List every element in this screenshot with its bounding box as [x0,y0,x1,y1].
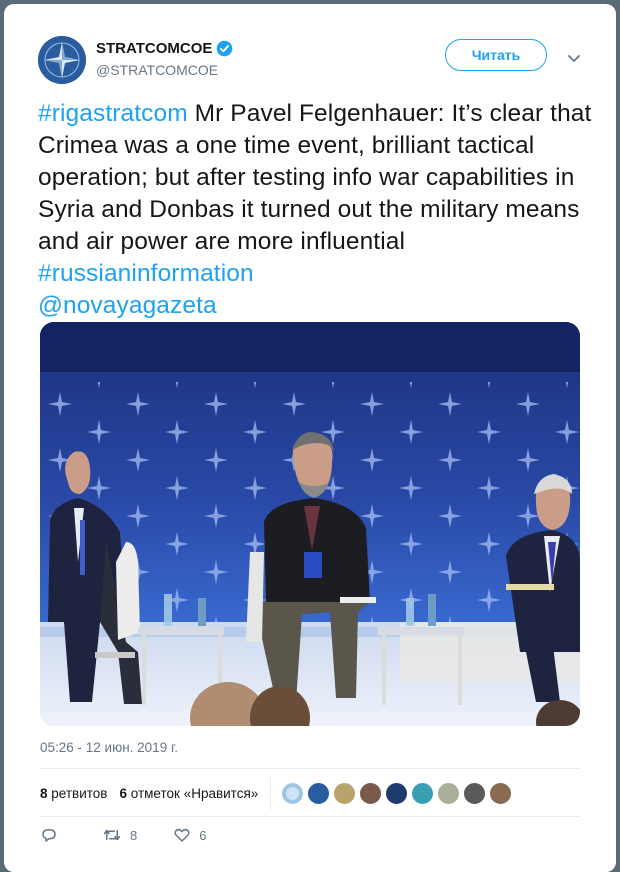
tweet-card: STRATCOMCOE @STRATCOMCOE Читать #rigastr… [4,4,616,872]
divider [40,816,580,817]
divider [40,768,580,769]
user-name[interactable]: STRATCOMCOE [96,40,233,57]
stats-separator [270,776,272,810]
retweets-stat[interactable]: 8 ретвитов [40,786,107,801]
avatar[interactable] [463,781,487,805]
retweets-label: ретвитов [51,785,108,801]
avatar[interactable] [307,781,331,805]
avatar[interactable] [359,781,383,805]
avatar[interactable] [281,781,305,805]
tweet-actions: 8 6 [40,826,242,844]
hashtag-link[interactable]: #russianinformation [38,260,254,287]
verified-icon [217,40,233,57]
follow-button[interactable]: Читать [445,39,547,71]
hashtag-link[interactable]: #rigastratcom [38,100,188,127]
tweet-header: STRATCOMCOE @STRATCOMCOE Читать [38,36,598,86]
avatar[interactable] [411,781,435,805]
avatar[interactable] [333,781,357,805]
avatar[interactable] [437,781,461,805]
mention-link[interactable]: @novayagazeta [38,292,217,319]
retweet-icon [103,829,121,841]
like-count: 6 [199,827,207,843]
retweets-count: 8 [40,785,48,801]
likes-count: 6 [119,785,127,801]
tweet-text: #rigastratcom Mr Pavel Felgenhauer: It’s… [38,98,598,322]
avatar[interactable] [385,781,409,805]
like-icon [174,828,190,842]
nato-star-icon [38,36,86,84]
likes-stat[interactable]: 6 отметок «Нравится» [119,786,258,801]
conference-photo [40,322,580,726]
retweet-button[interactable]: 8 [102,826,137,844]
user-name-text: STRATCOMCOE [96,40,213,57]
tweet-timestamp[interactable]: 05:26 - 12 июн. 2019 г. [40,740,178,755]
chevron-down-icon[interactable] [566,50,582,66]
like-button[interactable]: 6 [173,826,206,844]
avatar[interactable] [489,781,513,805]
reply-button[interactable] [40,826,66,844]
reply-icon [42,829,56,842]
avatar[interactable] [38,36,86,84]
retweet-count: 8 [130,827,138,843]
likes-label: отметок «Нравится» [130,785,259,801]
tweet-stats: 8 ретвитов 6 отметок «Нравится» [40,774,580,812]
liker-avatars [281,781,515,805]
tweet-photo[interactable] [40,322,580,726]
user-handle[interactable]: @STRATCOMCOE [96,62,218,78]
